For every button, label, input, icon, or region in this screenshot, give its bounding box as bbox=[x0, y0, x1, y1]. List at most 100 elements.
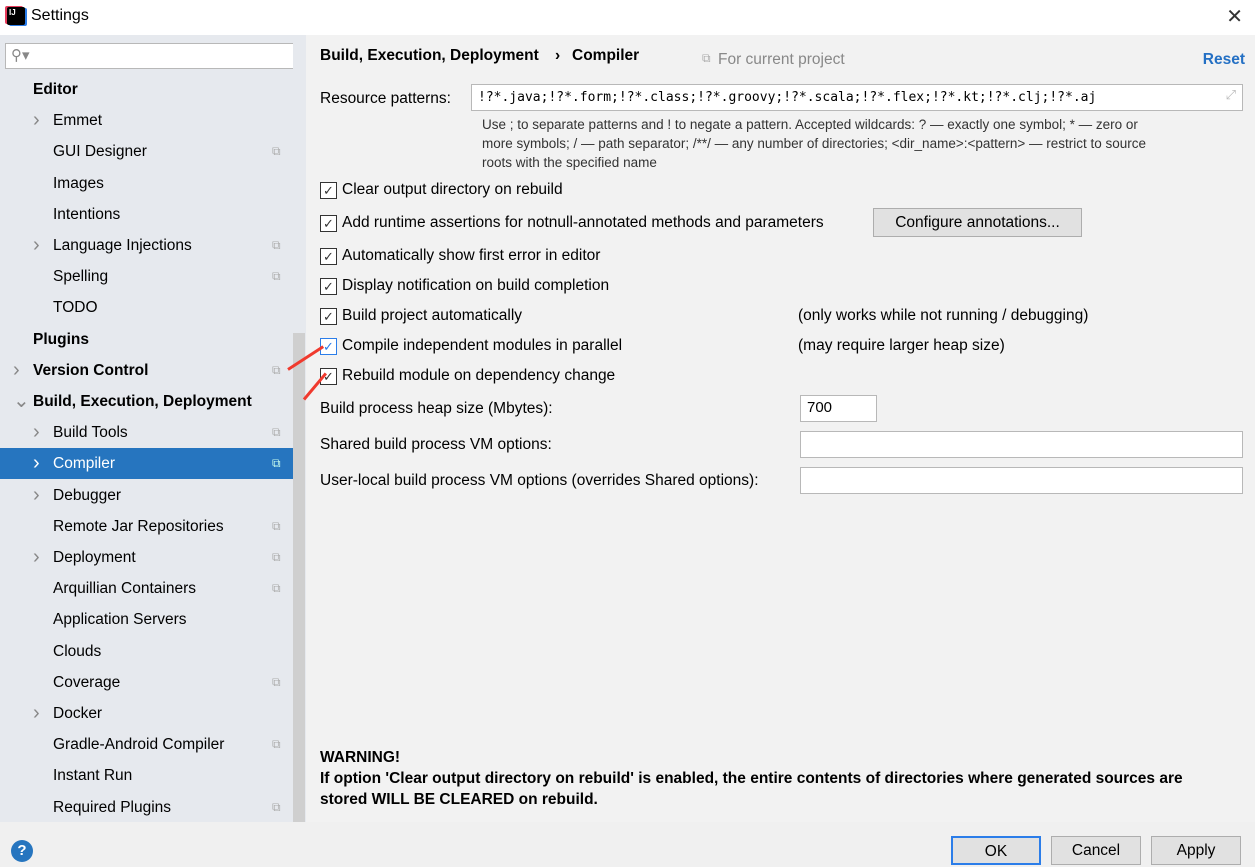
shared-vm-options-input[interactable] bbox=[800, 431, 1243, 458]
project-scope-icon: ⧉ bbox=[272, 550, 281, 564]
project-scope-icon: ⧉ bbox=[272, 799, 281, 814]
sidebar-item[interactable]: Arquillian Containers ⧉ bbox=[0, 573, 293, 604]
sidebar-item-label: Build, Execution, Deployment bbox=[33, 393, 252, 410]
configure-annotations-button[interactable]: Configure annotations... bbox=[873, 208, 1082, 237]
sidebar-item[interactable]: › Emmet bbox=[0, 105, 293, 136]
sidebar-item-label: Arquillian Containers bbox=[53, 580, 197, 598]
cancel-button[interactable]: Cancel bbox=[1051, 836, 1141, 865]
resource-patterns-input[interactable]: !?*.java;!?*.form;!?*.class;!?*.groovy;!… bbox=[471, 84, 1243, 111]
project-scope-icon: ⧉ bbox=[272, 737, 281, 752]
sidebar-item-label: Plugins bbox=[33, 330, 89, 348]
sidebar-item[interactable]: Coverage ⧉ bbox=[0, 667, 293, 698]
sidebar-item[interactable]: › Language Injections ⧉ bbox=[0, 230, 293, 261]
sidebar-item[interactable]: Gradle-Android Compiler ⧉ bbox=[0, 729, 293, 760]
sidebar-item-label: GUI Designer bbox=[53, 143, 147, 161]
option-label[interactable]: Clear output directory on rebuild bbox=[342, 181, 563, 199]
search-input[interactable]: ⚲▾ bbox=[5, 43, 298, 69]
heap-size-input[interactable]: 700 bbox=[800, 395, 877, 422]
checkbox[interactable]: ✓ bbox=[320, 248, 337, 265]
sidebar-item[interactable]: Instant Run bbox=[0, 760, 293, 791]
sidebar-item[interactable]: Editor bbox=[0, 74, 293, 105]
sidebar-item-label: Coverage bbox=[53, 673, 121, 691]
chevron-right-icon[interactable]: › bbox=[33, 230, 40, 261]
ok-button[interactable]: OK bbox=[951, 836, 1041, 865]
sidebar-item[interactable]: GUI Designer ⧉ bbox=[0, 136, 293, 167]
checkbox[interactable]: ✓ bbox=[320, 215, 337, 232]
option-note: (may require larger heap size) bbox=[798, 337, 1005, 354]
breadcrumb-parent: Build, Execution, Deployment bbox=[320, 47, 539, 64]
option-label[interactable]: Add runtime assertions for notnull-annot… bbox=[342, 214, 824, 232]
checkbox[interactable]: ✓ bbox=[320, 308, 337, 325]
option-label[interactable]: Automatically show first error in editor bbox=[342, 247, 600, 265]
breadcrumb-separator: › bbox=[555, 47, 561, 64]
help-text-line: roots with the specified name bbox=[482, 155, 657, 170]
sidebar-item[interactable]: Spelling ⧉ bbox=[0, 261, 293, 292]
sidebar-item-label: Build Tools bbox=[53, 424, 128, 442]
help-text-line: more symbols; / — path separator; /**/ —… bbox=[482, 136, 1147, 151]
sidebar-item-label: TODO bbox=[53, 299, 98, 317]
sidebar-item-label: Application Servers bbox=[53, 611, 187, 629]
sidebar-item[interactable]: › Build Tools ⧉ bbox=[0, 417, 293, 448]
help-text-line: Use ; to separate patterns and ! to nega… bbox=[482, 117, 1138, 132]
scope-label: For current project bbox=[718, 51, 845, 68]
close-icon[interactable]: ✕ bbox=[1226, 4, 1243, 29]
warning-title: WARNING! bbox=[320, 749, 401, 766]
chevron-down-icon[interactable]: ⌄ bbox=[13, 386, 30, 417]
project-scope-icon: ⧉ bbox=[272, 581, 281, 596]
checkbox[interactable]: ✓ bbox=[320, 182, 337, 199]
sidebar-item-label: Version Control bbox=[33, 361, 149, 379]
sidebar-item-label: Debugger bbox=[53, 486, 122, 504]
heap-size-label: Build process heap size (Mbytes): bbox=[320, 400, 553, 417]
project-scope-icon: ⧉ bbox=[702, 51, 711, 65]
reset-link[interactable]: Reset bbox=[1203, 51, 1245, 69]
compiler-settings-panel: Build, Execution, Deployment › Compiler … bbox=[307, 35, 1255, 822]
option-label[interactable]: Rebuild module on dependency change bbox=[342, 367, 615, 385]
chevron-right-icon[interactable]: › bbox=[33, 417, 40, 448]
sidebar-item-label: Intentions bbox=[53, 205, 121, 223]
sidebar-item[interactable]: Application Servers bbox=[0, 604, 293, 635]
checkbox[interactable]: ✓ bbox=[320, 278, 337, 295]
expand-icon[interactable]: ⤢ bbox=[1226, 88, 1236, 103]
sidebar-item[interactable]: Required Plugins ⧉ bbox=[0, 792, 293, 823]
sidebar-item[interactable]: › Version Control ⧉ bbox=[0, 355, 293, 386]
sidebar-item[interactable]: › Compiler ⧉ bbox=[0, 448, 293, 480]
sidebar-item-label: Clouds bbox=[53, 642, 102, 660]
apply-button[interactable]: Apply bbox=[1151, 836, 1241, 865]
breadcrumb-current: Compiler bbox=[572, 47, 640, 64]
sidebar-scrollbar-thumb[interactable] bbox=[293, 333, 305, 822]
chevron-right-icon[interactable]: › bbox=[33, 448, 40, 479]
project-scope-icon: ⧉ bbox=[272, 238, 281, 252]
option-note: (only works while not running / debuggin… bbox=[798, 307, 1089, 324]
chevron-right-icon[interactable]: › bbox=[13, 355, 20, 386]
sidebar-item[interactable]: › Debugger bbox=[0, 480, 293, 511]
sidebar-item-label: Instant Run bbox=[53, 767, 133, 785]
resource-patterns-label: Resource patterns: bbox=[320, 90, 451, 107]
sidebar-item-label: Deployment bbox=[53, 549, 136, 566]
chevron-right-icon[interactable]: › bbox=[33, 542, 40, 573]
option-label[interactable]: Compile independent modules in parallel bbox=[342, 337, 622, 355]
sidebar-item[interactable]: Plugins bbox=[0, 324, 293, 355]
sidebar-item[interactable]: Intentions bbox=[0, 199, 293, 230]
help-icon[interactable]: ? bbox=[11, 840, 33, 862]
chevron-right-icon[interactable]: › bbox=[33, 698, 40, 729]
sidebar-item[interactable]: Images bbox=[0, 168, 293, 199]
option-label[interactable]: Build project automatically bbox=[342, 307, 522, 325]
warning-text: stored WILL BE CLEARED on rebuild. bbox=[320, 791, 598, 808]
window-title: Settings bbox=[31, 7, 89, 24]
sidebar-item[interactable]: › Docker bbox=[0, 698, 293, 729]
intellij-logo-icon: IJ bbox=[7, 7, 25, 25]
warning-text: If option 'Clear output directory on reb… bbox=[320, 770, 1183, 787]
user-vm-options-input[interactable] bbox=[800, 467, 1243, 494]
sidebar-item[interactable]: ⌄ Build, Execution, Deployment bbox=[0, 386, 293, 417]
sidebar-item-label: Compiler bbox=[53, 455, 116, 473]
sidebar-item[interactable]: Remote Jar Repositories ⧉ bbox=[0, 511, 293, 542]
chevron-right-icon[interactable]: › bbox=[33, 105, 40, 136]
sidebar-item[interactable]: › Deployment ⧉ bbox=[0, 542, 293, 573]
option-label[interactable]: Display notification on build completion bbox=[342, 277, 609, 295]
chevron-right-icon[interactable]: › bbox=[33, 480, 40, 511]
sidebar-item[interactable]: Clouds bbox=[0, 636, 293, 667]
project-scope-icon: ⧉ bbox=[272, 518, 281, 533]
settings-sidebar: ⚲▾ Editor › Emmet GUI Designer ⧉ Images Intent… bbox=[0, 35, 306, 822]
project-scope-icon: ⧉ bbox=[272, 456, 281, 471]
sidebar-item[interactable]: TODO bbox=[0, 292, 293, 323]
